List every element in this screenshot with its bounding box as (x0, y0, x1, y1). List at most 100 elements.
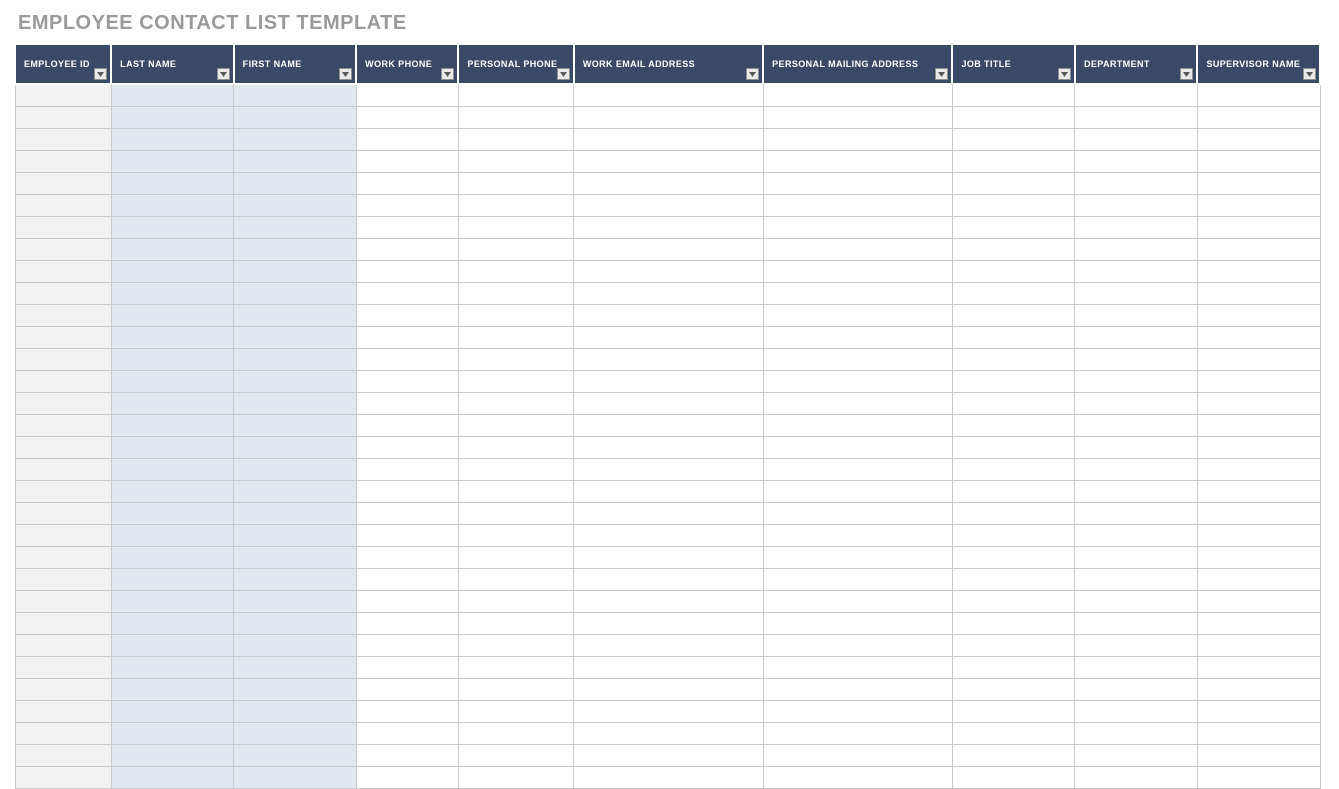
table-cell[interactable] (356, 767, 458, 789)
table-cell[interactable] (458, 503, 573, 525)
table-cell[interactable] (952, 195, 1075, 217)
table-cell[interactable] (458, 635, 573, 657)
table-cell[interactable] (763, 349, 952, 371)
table-cell[interactable] (356, 635, 458, 657)
table-cell[interactable] (356, 569, 458, 591)
table-cell[interactable] (15, 371, 111, 393)
table-cell[interactable] (1075, 547, 1198, 569)
table-cell[interactable] (1075, 84, 1198, 107)
table-cell[interactable] (1197, 239, 1320, 261)
table-cell[interactable] (356, 481, 458, 503)
table-cell[interactable] (574, 635, 763, 657)
table-cell[interactable] (952, 349, 1075, 371)
table-cell[interactable] (458, 151, 573, 173)
table-cell[interactable] (1197, 635, 1320, 657)
table-cell[interactable] (458, 481, 573, 503)
table-cell[interactable] (111, 415, 234, 437)
table-cell[interactable] (15, 349, 111, 371)
table-cell[interactable] (1197, 591, 1320, 613)
table-cell[interactable] (458, 745, 573, 767)
table-cell[interactable] (234, 745, 357, 767)
table-cell[interactable] (15, 569, 111, 591)
table-cell[interactable] (15, 129, 111, 151)
table-cell[interactable] (952, 151, 1075, 173)
filter-dropdown-icon[interactable] (1180, 68, 1193, 80)
filter-dropdown-icon[interactable] (217, 68, 230, 80)
table-cell[interactable] (952, 525, 1075, 547)
table-cell[interactable] (111, 525, 234, 547)
table-cell[interactable] (15, 679, 111, 701)
table-cell[interactable] (1075, 173, 1198, 195)
table-cell[interactable] (1197, 173, 1320, 195)
column-header[interactable]: WORK PHONE (356, 44, 458, 84)
table-cell[interactable] (574, 679, 763, 701)
table-cell[interactable] (574, 393, 763, 415)
table-cell[interactable] (15, 657, 111, 679)
table-cell[interactable] (111, 261, 234, 283)
table-cell[interactable] (952, 305, 1075, 327)
table-cell[interactable] (952, 679, 1075, 701)
table-cell[interactable] (15, 261, 111, 283)
table-cell[interactable] (1075, 151, 1198, 173)
table-cell[interactable] (1075, 217, 1198, 239)
table-cell[interactable] (763, 635, 952, 657)
table-cell[interactable] (952, 459, 1075, 481)
table-cell[interactable] (356, 283, 458, 305)
table-cell[interactable] (574, 371, 763, 393)
table-cell[interactable] (763, 657, 952, 679)
table-cell[interactable] (234, 679, 357, 701)
table-cell[interactable] (1197, 129, 1320, 151)
table-cell[interactable] (234, 657, 357, 679)
table-cell[interactable] (111, 745, 234, 767)
table-cell[interactable] (234, 459, 357, 481)
table-cell[interactable] (15, 283, 111, 305)
table-cell[interactable] (763, 679, 952, 701)
table-cell[interactable] (1197, 613, 1320, 635)
table-cell[interactable] (234, 84, 357, 107)
table-cell[interactable] (763, 371, 952, 393)
table-cell[interactable] (763, 459, 952, 481)
table-cell[interactable] (952, 239, 1075, 261)
table-cell[interactable] (574, 481, 763, 503)
filter-dropdown-icon[interactable] (1303, 68, 1316, 80)
table-cell[interactable] (574, 217, 763, 239)
table-cell[interactable] (952, 657, 1075, 679)
table-cell[interactable] (15, 525, 111, 547)
table-cell[interactable] (1075, 767, 1198, 789)
table-cell[interactable] (234, 767, 357, 789)
table-cell[interactable] (458, 239, 573, 261)
table-cell[interactable] (574, 437, 763, 459)
table-cell[interactable] (952, 591, 1075, 613)
table-cell[interactable] (763, 437, 952, 459)
table-cell[interactable] (574, 547, 763, 569)
table-cell[interactable] (356, 415, 458, 437)
table-cell[interactable] (763, 217, 952, 239)
table-cell[interactable] (234, 503, 357, 525)
table-cell[interactable] (15, 591, 111, 613)
table-cell[interactable] (458, 261, 573, 283)
table-cell[interactable] (574, 107, 763, 129)
table-cell[interactable] (574, 349, 763, 371)
table-cell[interactable] (15, 503, 111, 525)
table-cell[interactable] (111, 635, 234, 657)
table-cell[interactable] (458, 591, 573, 613)
table-cell[interactable] (458, 283, 573, 305)
table-cell[interactable] (234, 613, 357, 635)
table-cell[interactable] (356, 151, 458, 173)
table-cell[interactable] (111, 107, 234, 129)
table-cell[interactable] (356, 261, 458, 283)
table-cell[interactable] (1197, 327, 1320, 349)
table-cell[interactable] (1075, 107, 1198, 129)
table-cell[interactable] (458, 701, 573, 723)
table-cell[interactable] (1197, 481, 1320, 503)
table-cell[interactable] (356, 525, 458, 547)
table-cell[interactable] (763, 415, 952, 437)
table-cell[interactable] (458, 525, 573, 547)
table-cell[interactable] (763, 305, 952, 327)
table-cell[interactable] (952, 613, 1075, 635)
column-header[interactable]: FIRST NAME (234, 44, 357, 84)
table-cell[interactable] (356, 547, 458, 569)
table-cell[interactable] (15, 217, 111, 239)
table-cell[interactable] (1197, 569, 1320, 591)
table-cell[interactable] (952, 327, 1075, 349)
